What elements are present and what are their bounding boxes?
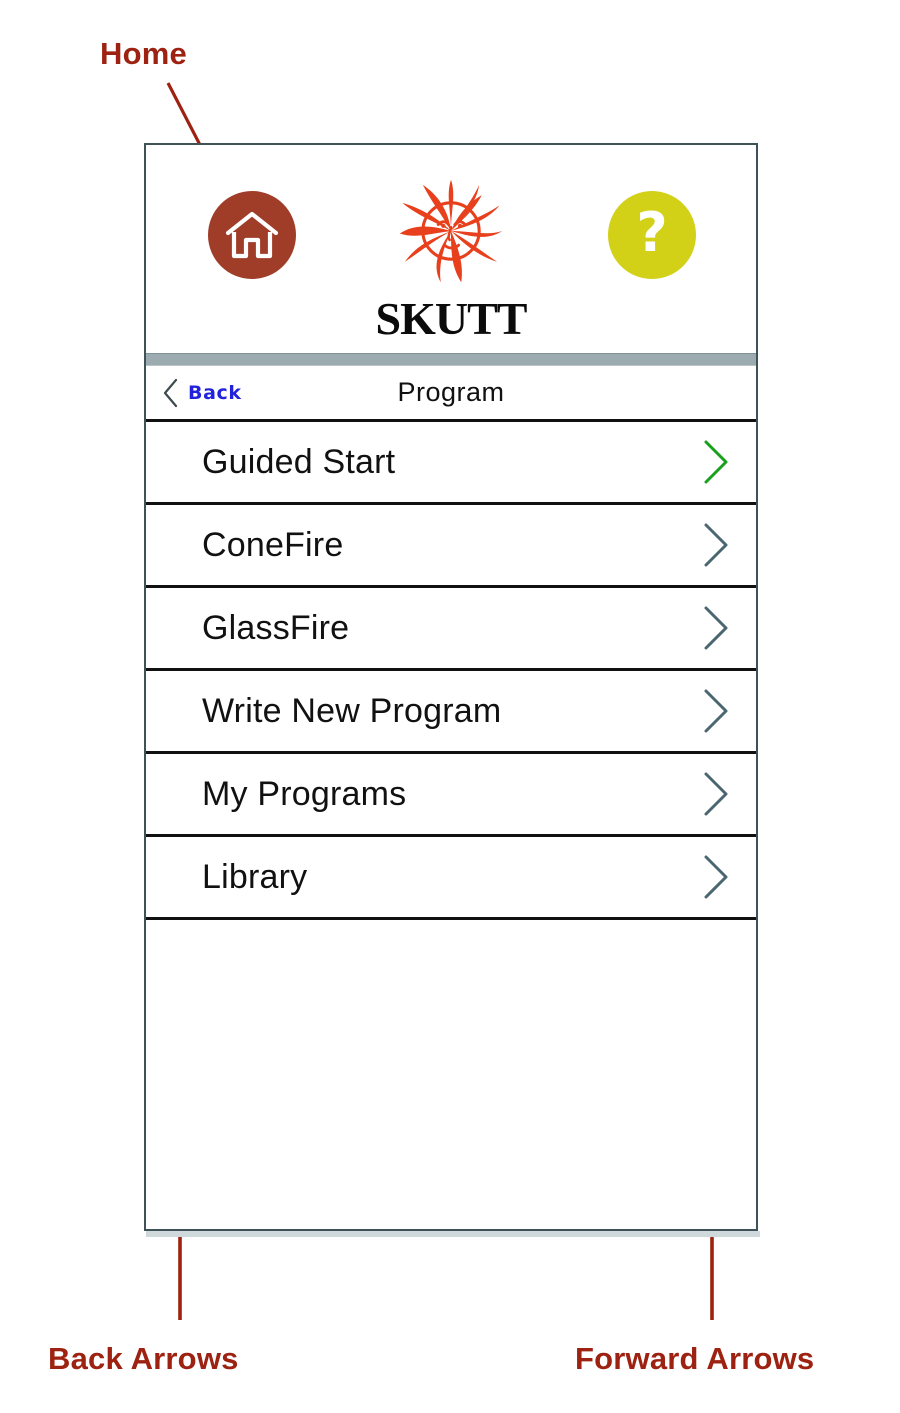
- empty-list-area: [146, 920, 756, 1204]
- device-shadow: [146, 1231, 760, 1237]
- back-button-label: Back: [188, 381, 242, 404]
- menu-item-label: Guided Start: [202, 442, 396, 481]
- menu-item-label: My Programs: [202, 774, 407, 813]
- question-mark-icon: ?: [636, 201, 668, 264]
- help-button[interactable]: ?: [608, 191, 696, 279]
- home-icon: [225, 211, 279, 259]
- menu-item-conefire[interactable]: ConeFire: [146, 505, 756, 588]
- skutt-logo: SKUTT: [366, 167, 536, 342]
- nav-bar: Back Program: [146, 366, 756, 422]
- menu-item-label: ConeFire: [202, 525, 344, 564]
- menu-item-label: Library: [202, 857, 308, 896]
- menu-item-guided-start[interactable]: Guided Start: [146, 422, 756, 505]
- home-button[interactable]: [208, 191, 296, 279]
- chevron-right-icon: [704, 606, 728, 650]
- program-menu-list: Guided Start ConeFire GlassFire Write Ne…: [146, 422, 756, 1204]
- chevron-right-icon: [704, 523, 728, 567]
- skutt-sun-icon: [399, 179, 503, 283]
- menu-item-library[interactable]: Library: [146, 837, 756, 920]
- skutt-wordmark: SKUTT: [375, 293, 528, 344]
- chevron-right-icon: [704, 689, 728, 733]
- forward-arrows-annotation-label: Forward Arrows: [575, 1341, 815, 1376]
- header-divider: [146, 353, 756, 366]
- annotated-screenshot: Home Back Arrows Forward Arrows SKUTT ? …: [0, 0, 900, 1413]
- back-arrows-annotation-label: Back Arrows: [48, 1341, 239, 1376]
- chevron-right-icon: [704, 855, 728, 899]
- back-button[interactable]: Back: [162, 378, 242, 408]
- kiln-controller-screen: SKUTT ? Back Program Guided Start ConeFi…: [144, 143, 758, 1231]
- menu-item-label: GlassFire: [202, 608, 350, 647]
- menu-item-my-programs[interactable]: My Programs: [146, 754, 756, 837]
- chevron-right-icon: [704, 440, 728, 484]
- home-annotation-label: Home: [100, 36, 187, 71]
- chevron-right-icon: [704, 772, 728, 816]
- app-header: SKUTT ?: [146, 145, 756, 353]
- menu-item-label: Write New Program: [202, 691, 502, 730]
- menu-item-glassfire[interactable]: GlassFire: [146, 588, 756, 671]
- menu-item-write-new-program[interactable]: Write New Program: [146, 671, 756, 754]
- chevron-left-icon: [163, 378, 178, 407]
